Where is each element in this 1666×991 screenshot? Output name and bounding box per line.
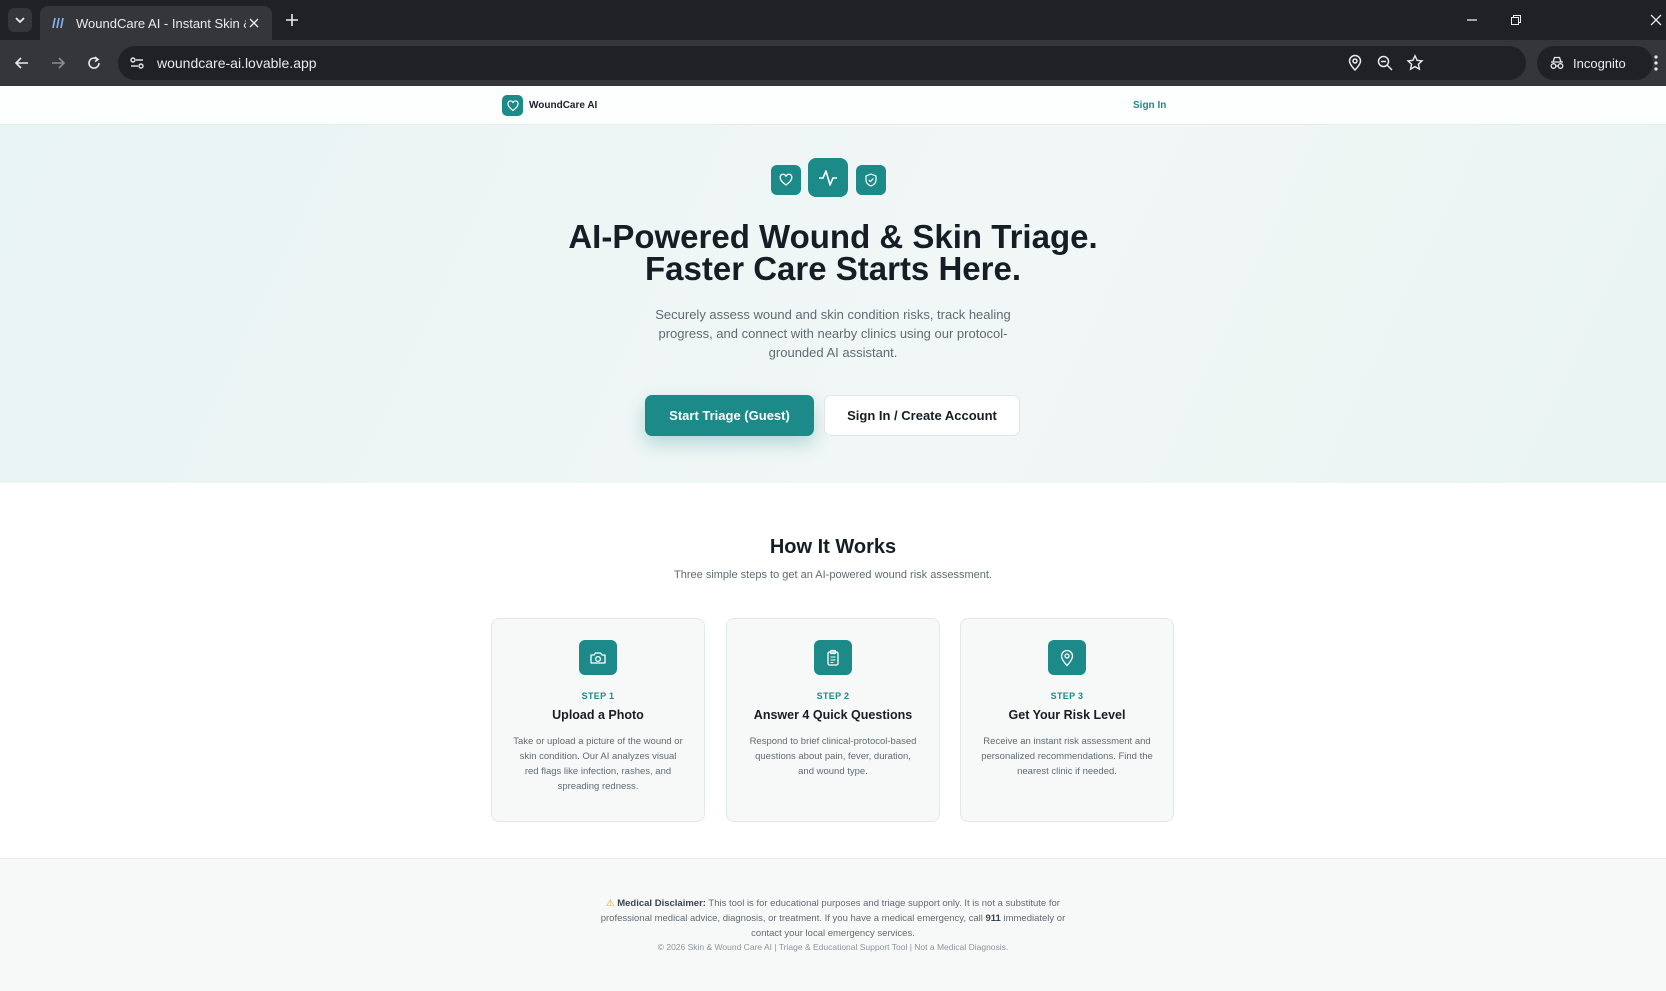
how-it-works-section: How It Works Three simple steps to get a… — [0, 483, 1666, 858]
chevron-down-icon — [15, 17, 25, 24]
start-triage-button[interactable]: Start Triage (Guest) — [645, 395, 814, 436]
browser-toolbar: woundcare-ai.lovable.app Incognito — [0, 40, 1666, 86]
shield-check-icon — [856, 165, 886, 195]
browser-menu-icon[interactable] — [1650, 53, 1662, 73]
new-tab-icon[interactable] — [282, 10, 302, 30]
incognito-indicator[interactable]: Incognito — [1537, 46, 1653, 80]
incognito-icon — [1550, 56, 1564, 69]
hero-title: AI-Powered Wound & Skin Triage. Faster C… — [0, 220, 1666, 287]
clipboard-icon — [814, 640, 852, 675]
tab-title: WoundCare AI - Instant Skin & — [76, 15, 246, 31]
sign-in-create-account-button[interactable]: Sign In / Create Account — [824, 395, 1020, 436]
activity-pulse-icon — [808, 158, 848, 197]
step-label: STEP 1 — [581, 691, 615, 701]
tab-search-button[interactable] — [8, 8, 32, 32]
zoom-icon[interactable] — [1376, 54, 1394, 72]
location-icon[interactable] — [1346, 54, 1364, 72]
back-icon[interactable] — [10, 51, 34, 75]
reload-icon[interactable] — [82, 51, 106, 75]
medical-disclaimer: ⚠ Medical Disclaimer: This tool is for e… — [586, 896, 1080, 941]
hero-title-line-2: Faster Care Starts Here. — [644, 250, 1022, 287]
site-header: WoundCare AI Sign In — [0, 86, 1666, 125]
step-card-3: STEP 3 Get Your Risk Level Receive an in… — [960, 618, 1174, 822]
heart-icon — [771, 165, 801, 195]
map-pin-icon — [1048, 640, 1086, 675]
forward-icon[interactable] — [46, 51, 70, 75]
step-title: Answer 4 Quick Questions — [753, 708, 913, 722]
hero-subtitle: Securely assess wound and skin condition… — [655, 307, 1011, 360]
page-viewport: WoundCare AI Sign In AI-Powered Wound & … — [0, 86, 1666, 991]
step-label: STEP 2 — [816, 691, 850, 701]
warning-icon: ⚠ — [606, 898, 615, 909]
disclaimer-label: Medical Disclaimer: — [617, 898, 706, 909]
step-description: Respond to brief clinical-protocol-based… — [749, 736, 917, 777]
close-tab-icon[interactable] — [246, 15, 262, 31]
restore-icon[interactable] — [1506, 10, 1526, 30]
site-info-icon[interactable] — [128, 54, 146, 72]
step-description: Take or upload a picture of the wound or… — [513, 736, 683, 792]
copyright: © 2026 Skin & Wound Care AI | Triage & E… — [657, 942, 1009, 952]
footer: ⚠ Medical Disclaimer: This tool is for e… — [0, 858, 1666, 991]
step-card-1: STEP 1 Upload a Photo Take or upload a p… — [491, 618, 705, 822]
step-label: STEP 3 — [1050, 691, 1084, 701]
bookmark-star-icon[interactable] — [1406, 54, 1424, 72]
browser-tab[interactable]: WoundCare AI - Instant Skin & — [40, 6, 272, 40]
minimize-icon[interactable] — [1462, 10, 1482, 30]
step-card-2: STEP 2 Answer 4 Quick Questions Respond … — [726, 618, 940, 822]
how-it-works-title: How It Works — [769, 536, 897, 558]
brand[interactable]: WoundCare AI — [502, 95, 597, 116]
incognito-label: Incognito — [1573, 55, 1626, 71]
url-text: woundcare-ai.lovable.app — [157, 55, 317, 71]
step-title: Upload a Photo — [552, 708, 644, 722]
close-window-icon[interactable] — [1646, 10, 1666, 30]
camera-icon — [579, 640, 617, 675]
step-description: Receive an instant risk assessment and p… — [981, 736, 1153, 777]
step-title: Get Your Risk Level — [1008, 708, 1126, 722]
heart-shield-logo-icon — [502, 95, 523, 116]
header-sign-in-link[interactable]: Sign In — [1133, 100, 1166, 111]
emergency-number: 911 — [985, 913, 1001, 924]
brand-name: WoundCare AI — [529, 100, 598, 111]
favicon-icon — [52, 17, 64, 29]
hero-section: AI-Powered Wound & Skin Triage. Faster C… — [0, 125, 1666, 483]
how-it-works-subtitle: Three simple steps to get an AI-powered … — [674, 569, 992, 581]
browser-tab-bar: WoundCare AI - Instant Skin & — [0, 0, 1666, 40]
address-bar[interactable]: woundcare-ai.lovable.app — [118, 46, 1526, 80]
